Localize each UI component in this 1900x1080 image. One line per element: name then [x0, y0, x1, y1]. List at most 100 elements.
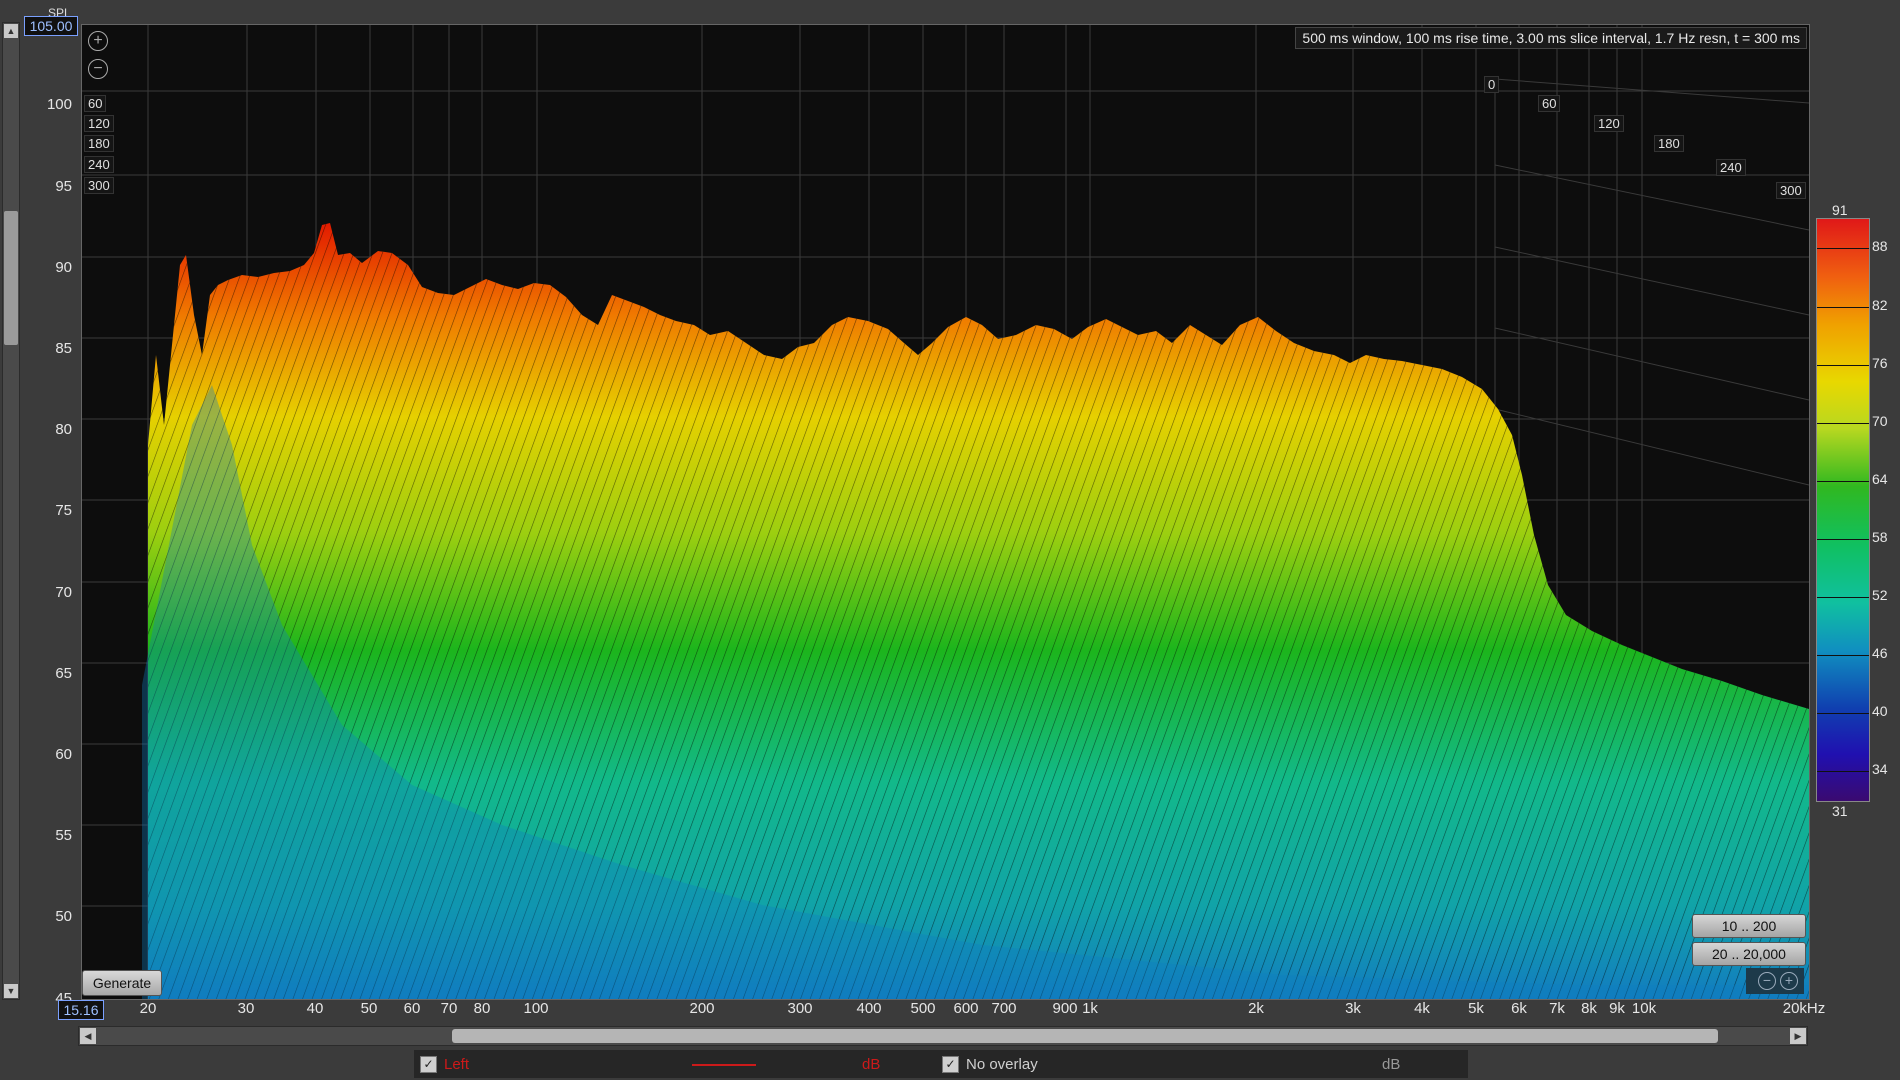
color-scale-tick: [1817, 481, 1869, 482]
color-scale-label: 64: [1872, 471, 1888, 487]
x-tick-label: 3k: [1345, 1000, 1361, 1017]
horizontal-scrollbar[interactable]: ◀ ▶: [78, 1026, 1808, 1046]
x-tick-label: 300: [787, 1000, 813, 1017]
left-trace-label: Left: [444, 1056, 470, 1073]
x-tick-label: 4k: [1414, 1000, 1430, 1017]
y-tick-label: 70: [55, 584, 72, 601]
zoom-in-icon[interactable]: +: [88, 31, 108, 51]
x-tick-label: 10k: [1631, 1000, 1657, 1017]
y-tick-label: 90: [55, 259, 72, 276]
scroll-down-arrow-icon[interactable]: ▼: [4, 984, 18, 998]
color-scale-tick: [1817, 597, 1869, 598]
color-scale-label: 46: [1872, 645, 1888, 661]
y-tick-label: 55: [55, 827, 72, 844]
time-label-right: 180: [1654, 135, 1684, 152]
x-tick-label: 80: [473, 1000, 491, 1017]
time-label-right: 0: [1484, 76, 1500, 93]
time-label-left: 60: [84, 95, 107, 112]
left-trace-line: [692, 1064, 756, 1066]
x-tick-label: 6k: [1511, 1000, 1527, 1017]
x-tick-label: 900: [1052, 1000, 1078, 1017]
horizontal-scroll-thumb[interactable]: [452, 1029, 1718, 1043]
generate-button[interactable]: Generate: [82, 970, 162, 996]
color-scale-label: 88: [1872, 238, 1888, 254]
color-scale-tick: [1817, 713, 1869, 714]
color-scale-label: 70: [1872, 413, 1888, 429]
color-scale-tick: [1817, 539, 1869, 540]
left-trace-unit: dB: [862, 1056, 881, 1073]
x-tick-label: 1k: [1082, 1000, 1098, 1017]
y-tick-label: 65: [55, 665, 72, 682]
overlay-unit: dB: [1382, 1056, 1401, 1073]
x-tick-label: 20kHz: [1782, 1000, 1826, 1017]
x-tick-label: 100: [523, 1000, 549, 1017]
x-tick-label: 70: [440, 1000, 458, 1017]
y-tick-label: 95: [55, 178, 72, 195]
color-scale-label: 76: [1872, 355, 1888, 371]
overlay-label: No overlay: [966, 1056, 1038, 1073]
color-scale-tick: [1817, 655, 1869, 656]
time-label-right: 60: [1538, 95, 1561, 112]
vertical-scroll-thumb[interactable]: [4, 211, 18, 345]
scroll-left-arrow-icon[interactable]: ◀: [80, 1028, 96, 1044]
x-tick-label: 500: [910, 1000, 936, 1017]
color-scale-label: 40: [1872, 703, 1888, 719]
x-tick-label: 400: [856, 1000, 882, 1017]
color-scale-bar: [1816, 218, 1870, 802]
analysis-info-bar: 500 ms window, 100 ms rise time, 3.00 ms…: [1295, 27, 1807, 49]
color-scale-tick: [1817, 365, 1869, 366]
y-tick-label: 60: [55, 746, 72, 763]
x-tick-label: 60: [403, 1000, 421, 1017]
color-scale-label: 58: [1872, 529, 1888, 545]
y-tick-label: 50: [55, 908, 72, 925]
time-label-left: 240: [84, 156, 114, 173]
zoom-out-icon[interactable]: −: [1758, 972, 1776, 990]
y-tick-label: 100: [46, 96, 72, 113]
color-scale-tick: [1817, 771, 1869, 772]
waterfall-plot[interactable]: 500 ms window, 100 ms rise time, 3.00 ms…: [81, 24, 1810, 1000]
x-tick-label: 50: [360, 1000, 378, 1017]
x-tick-label: 40: [306, 1000, 324, 1017]
overlay-checkbox[interactable]: ✓: [942, 1056, 959, 1073]
x-tick-label: 7k: [1549, 1000, 1565, 1017]
x-tick-label: 2k: [1248, 1000, 1264, 1017]
zoom-in-icon[interactable]: +: [1780, 972, 1798, 990]
scroll-up-arrow-icon[interactable]: ▲: [4, 24, 18, 38]
time-label-right: 120: [1594, 115, 1624, 132]
range-10-200-button[interactable]: 10 .. 200: [1692, 914, 1806, 938]
color-scale-max: 91: [1832, 202, 1848, 218]
x-tick-label: 600: [953, 1000, 979, 1017]
color-scale-tick: [1817, 423, 1869, 424]
color-scale-min: 31: [1832, 803, 1848, 819]
x-tick-label: 20: [139, 1000, 157, 1017]
color-scale-tick: [1817, 307, 1869, 308]
x-tick-label: 8k: [1581, 1000, 1597, 1017]
y-axis-labels: 100 95 90 85 80 75 70 65 60 55 50 45: [18, 0, 80, 1010]
scroll-right-arrow-icon[interactable]: ▶: [1790, 1028, 1806, 1044]
y-tick-label: 80: [55, 421, 72, 438]
legend-bar: ✓ Left dB ✓ No overlay dB: [414, 1050, 1468, 1078]
time-label-left: 120: [84, 115, 114, 132]
y-tick-label: 85: [55, 340, 72, 357]
time-label-left: 300: [84, 177, 114, 194]
y-tick-label: 75: [55, 502, 72, 519]
time-label-right: 240: [1716, 159, 1746, 176]
waterfall-surface: [82, 25, 1809, 999]
color-scale-label: 52: [1872, 587, 1888, 603]
color-scale-label: 82: [1872, 297, 1888, 313]
color-scale-label: 34: [1872, 761, 1888, 777]
x-tick-label: 9k: [1609, 1000, 1625, 1017]
color-scale-tick: [1817, 248, 1869, 249]
waterfall-window: ▲ ▼ SPL 105.00 100 95 90 85 80 75 70 65 …: [0, 0, 1900, 1080]
time-label-left: 180: [84, 135, 114, 152]
range-20-20000-button[interactable]: 20 .. 20,000: [1692, 942, 1806, 966]
left-trace-checkbox[interactable]: ✓: [420, 1056, 437, 1073]
x-tick-label: 5k: [1468, 1000, 1484, 1017]
x-tick-label: 30: [237, 1000, 255, 1017]
x-tick-label: 700: [991, 1000, 1017, 1017]
x-axis-labels: 20 30 40 50 60 70 80 100 200 300 400 500…: [81, 1000, 1841, 1022]
zoom-out-icon[interactable]: −: [88, 59, 108, 79]
x-tick-label: 200: [689, 1000, 715, 1017]
x-zoom-controls: − +: [1746, 968, 1804, 994]
time-label-right: 300: [1776, 182, 1806, 199]
